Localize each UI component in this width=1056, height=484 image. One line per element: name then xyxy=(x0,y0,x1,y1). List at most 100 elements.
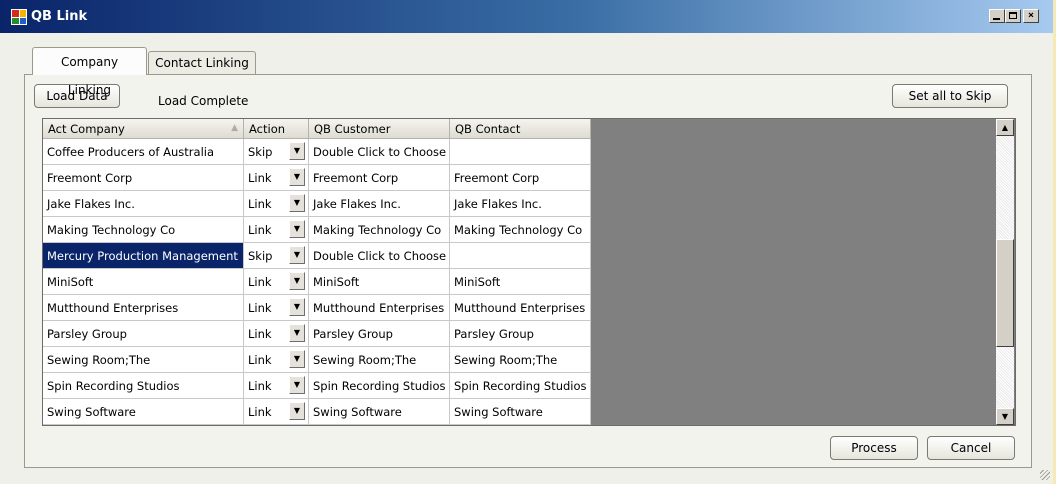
table-row[interactable]: Swing Software Link ▼ Swing Software Swing S… xyxy=(43,398,591,425)
dropdown-arrow-icon[interactable]: ▼ xyxy=(289,298,305,316)
dropdown-arrow-icon[interactable]: ▼ xyxy=(289,220,305,238)
cell-act-company[interactable]: Freemont Corp xyxy=(43,164,244,191)
table-row[interactable]: Sewing Room;The Link ▼ Sewing Room;The Sewin… xyxy=(43,346,591,373)
dropdown-arrow-icon[interactable]: ▼ xyxy=(289,402,305,420)
cell-action[interactable]: Link ▼ xyxy=(243,190,309,217)
column-header-label: Act Company xyxy=(48,121,125,136)
dropdown-arrow-icon[interactable]: ▼ xyxy=(289,324,305,342)
resize-grip-icon[interactable] xyxy=(1040,470,1050,480)
tab-contact-linking[interactable]: Contact Linking xyxy=(148,51,256,75)
scroll-down-button[interactable]: ▼ xyxy=(996,408,1014,425)
tab-company-linking[interactable]: Company Linking xyxy=(32,47,147,97)
table-row[interactable]: Freemont Corp Link ▼ Freemont Corp Freemont … xyxy=(43,164,591,191)
table-row[interactable]: MiniSoft Link ▼ MiniSoft MiniSoft xyxy=(43,268,591,295)
cell-act-company[interactable]: Swing Software xyxy=(43,398,244,425)
cell-qb-customer[interactable]: Double Click to Choose xyxy=(308,138,450,165)
column-header-qb-contact[interactable]: QB Contact xyxy=(449,119,591,139)
cell-qb-customer[interactable]: Sewing Room;The xyxy=(308,346,450,373)
dropdown-arrow-icon[interactable]: ▼ xyxy=(289,376,305,394)
cell-action[interactable]: Skip ▼ xyxy=(243,242,309,269)
cell-action[interactable]: Link ▼ xyxy=(243,398,309,425)
column-header-qb-customer[interactable]: QB Customer xyxy=(308,119,450,139)
cell-act-company[interactable]: MiniSoft xyxy=(43,268,244,295)
table-row[interactable]: Making Technology Co Link ▼ Making Technolo… xyxy=(43,216,591,243)
scrollbar-thumb[interactable] xyxy=(996,239,1014,347)
cell-act-company[interactable]: Coffee Producers of Australia xyxy=(43,138,244,165)
cell-qb-contact[interactable]: Freemont Corp xyxy=(449,164,591,191)
cell-action[interactable]: Link ▼ xyxy=(243,294,309,321)
sort-ascending-icon: ▲ xyxy=(231,123,238,133)
cell-act-company[interactable]: Sewing Room;The xyxy=(43,346,244,373)
cell-qb-customer[interactable]: Double Click to Choose xyxy=(308,242,450,269)
cell-qb-customer[interactable]: Jake Flakes Inc. xyxy=(308,190,450,217)
cell-action[interactable]: Link ▼ xyxy=(243,346,309,373)
dropdown-arrow-icon[interactable]: ▼ xyxy=(289,246,305,264)
cancel-button[interactable]: Cancel xyxy=(927,436,1015,460)
cell-act-company[interactable]: Parsley Group xyxy=(43,320,244,347)
cell-act-company[interactable]: Mercury Production Management xyxy=(43,242,244,269)
dropdown-arrow-icon[interactable]: ▼ xyxy=(289,168,305,186)
status-text: Load Complete xyxy=(158,94,249,108)
cell-qb-contact[interactable]: Parsley Group xyxy=(449,320,591,347)
table-row[interactable]: Jake Flakes Inc. Link ▼ Jake Flakes Inc. Jak… xyxy=(43,190,591,217)
cell-action[interactable]: Link ▼ xyxy=(243,164,309,191)
cell-qb-contact[interactable]: Mutthound Enterprises xyxy=(449,294,591,321)
dropdown-arrow-icon[interactable]: ▼ xyxy=(289,142,305,160)
action-value: Link xyxy=(248,170,272,185)
cell-qb-customer[interactable]: Mutthound Enterprises xyxy=(308,294,450,321)
cell-action[interactable]: Link ▼ xyxy=(243,372,309,399)
column-header-act-company[interactable]: Act Company ▲ xyxy=(43,119,244,139)
cell-qb-contact[interactable] xyxy=(449,138,591,165)
cell-qb-customer[interactable]: Parsley Group xyxy=(308,320,450,347)
dropdown-arrow-icon[interactable]: ▼ xyxy=(289,350,305,368)
table-row[interactable]: Mercury Production Management Skip ▼ Double… xyxy=(43,242,591,269)
cell-act-company[interactable]: Spin Recording Studios xyxy=(43,372,244,399)
link-table: Act Company ▲ Action QB Customer QB Cont… xyxy=(43,119,591,425)
cell-action[interactable]: Skip ▼ xyxy=(243,138,309,165)
table-row[interactable]: Mutthound Enterprises Link ▼ Mutthound Ente… xyxy=(43,294,591,321)
dropdown-arrow-icon[interactable]: ▼ xyxy=(289,272,305,290)
cell-qb-contact[interactable]: Spin Recording Studios xyxy=(449,372,591,399)
cell-act-company[interactable]: Making Technology Co xyxy=(43,216,244,243)
vertical-scrollbar[interactable]: ▲ ▼ xyxy=(996,119,1014,425)
close-button[interactable]: × xyxy=(1023,9,1039,23)
table-row[interactable]: Coffee Producers of Australia Skip ▼ Double… xyxy=(43,138,591,165)
minimize-button[interactable] xyxy=(989,9,1005,23)
scroll-up-button[interactable]: ▲ xyxy=(996,119,1014,136)
action-value: Skip xyxy=(248,144,273,159)
cell-qb-contact[interactable]: Swing Software xyxy=(449,398,591,425)
cell-qb-customer[interactable]: MiniSoft xyxy=(308,268,450,295)
maximize-icon xyxy=(1009,12,1017,19)
cell-act-company[interactable]: Jake Flakes Inc. xyxy=(43,190,244,217)
dropdown-arrow-icon[interactable]: ▼ xyxy=(289,194,305,212)
action-value: Link xyxy=(248,378,272,393)
action-value: Link xyxy=(248,300,272,315)
cell-qb-customer[interactable]: Making Technology Co xyxy=(308,216,450,243)
cell-qb-contact[interactable]: Sewing Room;The xyxy=(449,346,591,373)
cell-qb-contact[interactable] xyxy=(449,242,591,269)
cell-action[interactable]: Link ▼ xyxy=(243,268,309,295)
action-value: Link xyxy=(248,222,272,237)
grid-body: Coffee Producers of Australia Skip ▼ Double… xyxy=(43,138,591,425)
table-row[interactable]: Spin Recording Studios Link ▼ Spin Recordin… xyxy=(43,372,591,399)
cell-action[interactable]: Link ▼ xyxy=(243,320,309,347)
column-header-action[interactable]: Action xyxy=(243,119,309,139)
scroll-down-icon: ▼ xyxy=(1001,412,1009,421)
cell-qb-contact[interactable]: Jake Flakes Inc. xyxy=(449,190,591,217)
cell-qb-customer[interactable]: Spin Recording Studios xyxy=(308,372,450,399)
company-link-grid[interactable]: Act Company ▲ Action QB Customer QB Cont… xyxy=(42,118,1016,426)
title-bar[interactable]: QB Link × xyxy=(0,0,1053,33)
cell-qb-contact[interactable]: Making Technology Co xyxy=(449,216,591,243)
cell-qb-contact[interactable]: MiniSoft xyxy=(449,268,591,295)
qb-link-window: QB Link × Company Linking Contact Linkin… xyxy=(0,0,1056,484)
process-button[interactable]: Process xyxy=(830,436,918,460)
cell-qb-customer[interactable]: Swing Software xyxy=(308,398,450,425)
cell-action[interactable]: Link ▼ xyxy=(243,216,309,243)
action-value: Link xyxy=(248,404,272,419)
cell-qb-customer[interactable]: Freemont Corp xyxy=(308,164,450,191)
action-value: Link xyxy=(248,274,272,289)
table-row[interactable]: Parsley Group Link ▼ Parsley Group Parsley G… xyxy=(43,320,591,347)
maximize-button[interactable] xyxy=(1005,9,1021,23)
cell-act-company[interactable]: Mutthound Enterprises xyxy=(43,294,244,321)
set-all-to-skip-button[interactable]: Set all to Skip xyxy=(892,84,1008,108)
